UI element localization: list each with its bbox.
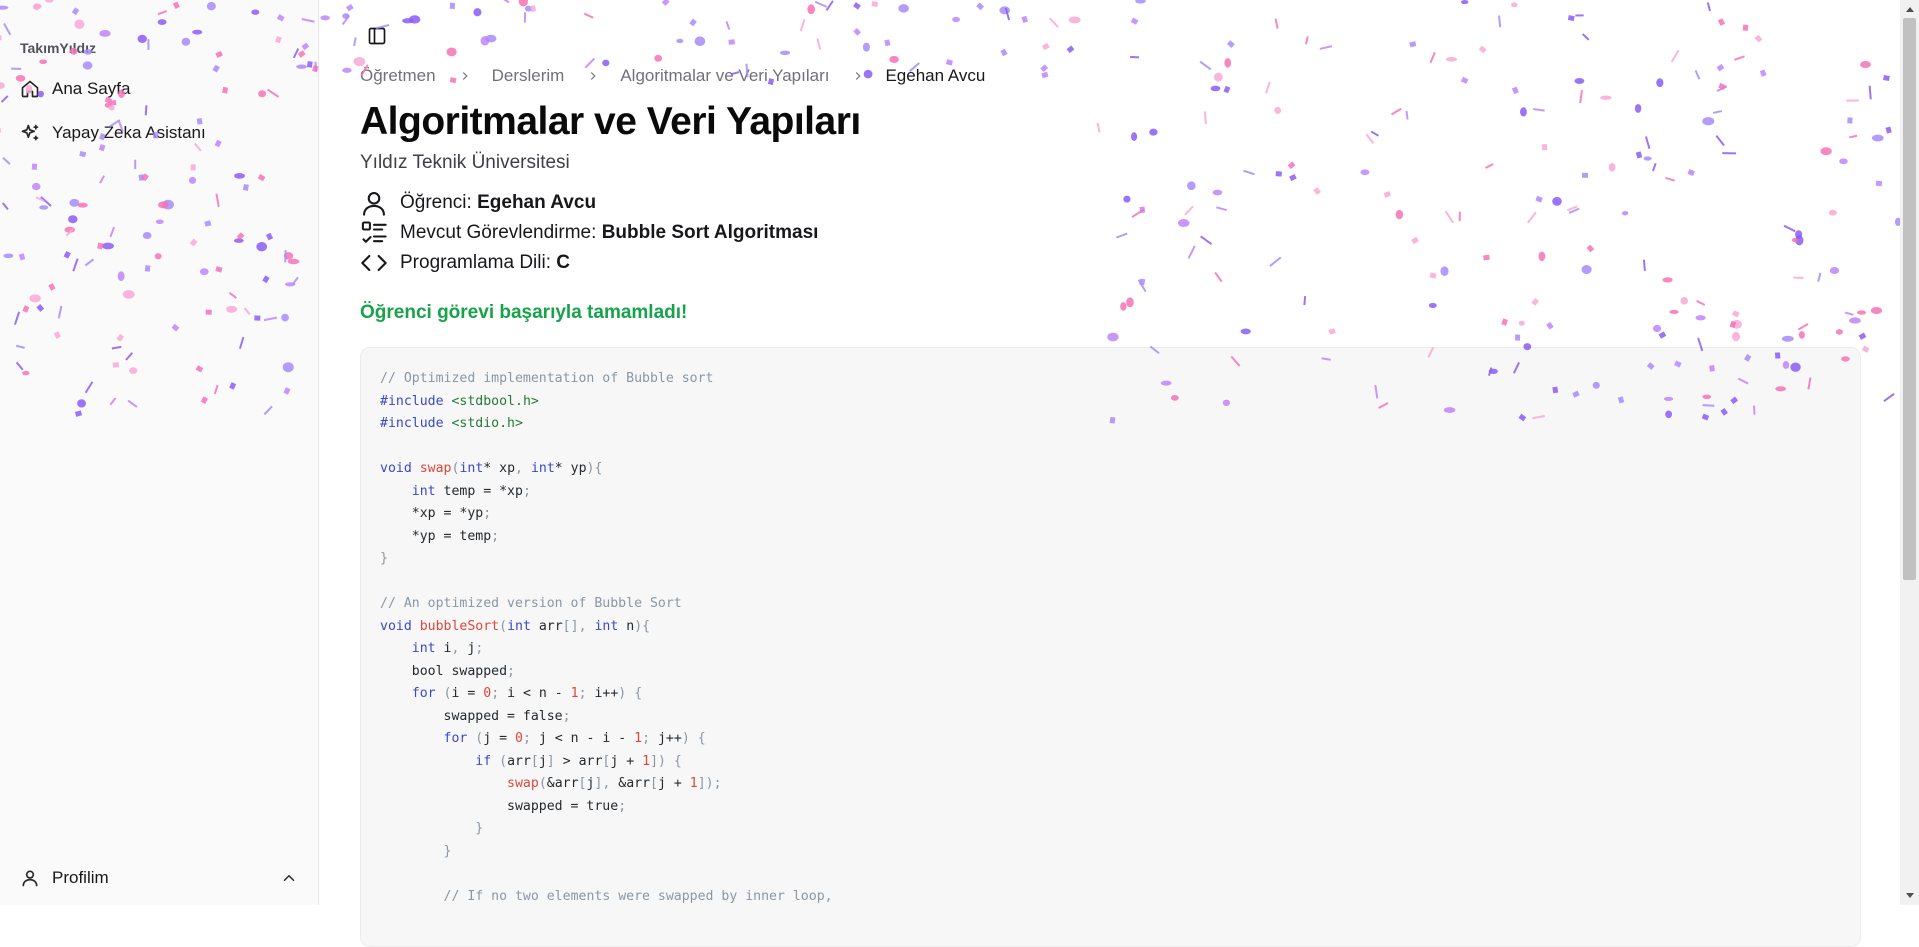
info-label: Mevcut Görevlendirme:	[400, 222, 597, 243]
user-icon	[363, 192, 385, 216]
breadcrumb-item-course[interactable]: Algoritmalar ve Veri Yapıları	[620, 66, 829, 86]
status-message: Öğrenci görevi başarıyla tamamladı!	[360, 302, 688, 323]
sidebar-item-label: Yapay Zeka Asistanı	[52, 123, 206, 142]
code-icon	[361, 254, 387, 272]
info-label: Programlama Dili:	[400, 252, 551, 273]
sparkles-icon	[21, 124, 39, 141]
scroll-down-icon[interactable]	[1900, 887, 1919, 905]
code-block: // Optimized implementation of Bubble so…	[360, 347, 1861, 947]
profile-label: Profilim	[52, 868, 109, 887]
sidebar-toggle-icon[interactable]	[367, 26, 387, 46]
scrollbar-thumb[interactable]	[1903, 18, 1916, 580]
sidebar-brand: TakımYıldız	[20, 40, 96, 56]
chevron-right-icon	[458, 69, 472, 83]
info-student: Öğrenci: Egehan Avcu	[360, 189, 596, 217]
chevron-right-icon	[851, 69, 865, 83]
info-label: Öğrenci:	[400, 192, 472, 213]
page-title: Algoritmalar ve Veri Yapıları	[360, 100, 861, 143]
user-icon	[22, 870, 38, 887]
chevron-up-icon	[283, 875, 295, 881]
sidebar-item-home[interactable]: Ana Sayfa	[20, 79, 130, 99]
info-value: Bubble Sort Algoritması	[601, 222, 819, 243]
sidebar: TakımYıldız Ana Sayfa Yapay Zeka Asistan…	[0, 0, 319, 905]
info-value: C	[556, 252, 570, 273]
code-content: // Optimized implementation of Bubble so…	[380, 371, 833, 904]
home-icon	[21, 80, 39, 98]
sidebar-item-ai-assistant[interactable]: Yapay Zeka Asistanı	[20, 123, 206, 143]
info-language: Programlama Dili: C	[360, 249, 570, 277]
chevron-right-icon	[586, 69, 600, 83]
scroll-up-icon[interactable]	[1900, 0, 1919, 18]
breadcrumb: Öğretmen Derslerim Algoritmalar ve Veri …	[360, 66, 985, 86]
sidebar-item-label: Ana Sayfa	[52, 79, 131, 98]
breadcrumb-item-teacher[interactable]: Öğretmen	[360, 66, 436, 86]
info-assignment: Mevcut Görevlendirme: Bubble Sort Algori…	[360, 219, 818, 247]
info-value: Egehan Avcu	[477, 192, 597, 213]
scrollbar[interactable]	[1900, 0, 1919, 905]
page-subtitle: Yıldız Teknik Üniversitesi	[360, 152, 570, 173]
main-content: Öğretmen Derslerim Algoritmalar ve Veri …	[319, 0, 1900, 947]
breadcrumb-item-courses[interactable]: Derslerim	[492, 66, 565, 86]
list-checks-icon	[361, 221, 387, 243]
profile-menu-button[interactable]: Profilim	[20, 868, 298, 888]
breadcrumb-item-current: Egehan Avcu	[885, 66, 986, 85]
